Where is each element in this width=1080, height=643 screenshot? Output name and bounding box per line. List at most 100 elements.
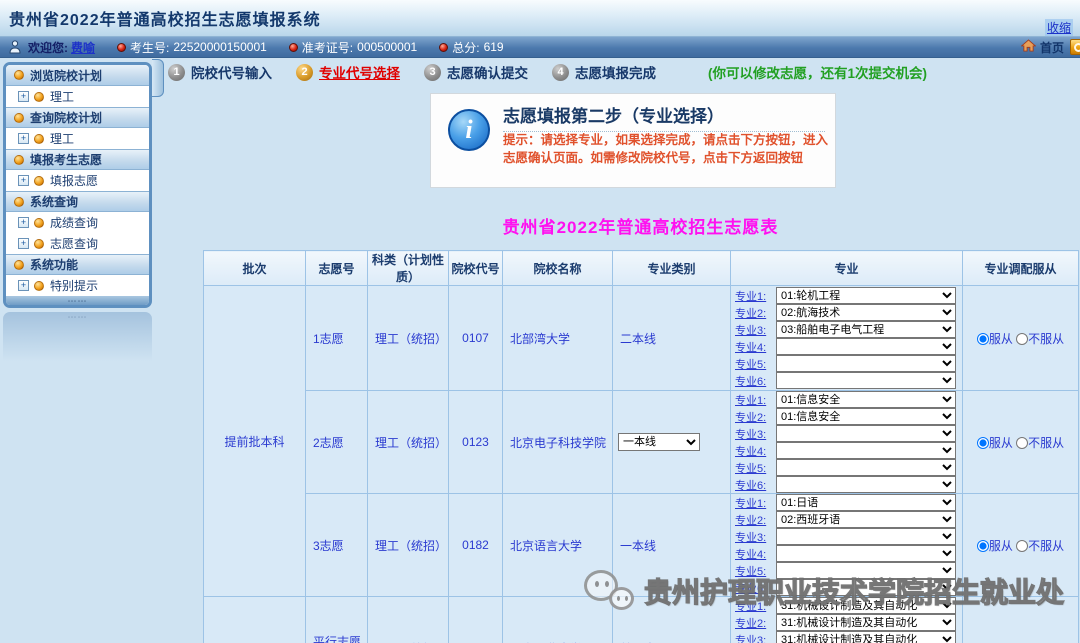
refuse-label[interactable]: 不服从 bbox=[1028, 539, 1064, 553]
expand-icon[interactable]: + bbox=[18, 217, 29, 228]
sidebar-section-fill-volunteer[interactable]: 填报考生志愿 bbox=[6, 149, 149, 170]
major-3-select[interactable] bbox=[776, 425, 956, 442]
sidebar-section-system-function[interactable]: 系统功能 bbox=[6, 254, 149, 275]
step-2-major-code[interactable]: 2 专业代号选择 bbox=[296, 62, 400, 82]
obey-label[interactable]: 服从 bbox=[989, 539, 1013, 553]
key-icon[interactable] bbox=[1070, 39, 1080, 55]
major-3-label[interactable]: 专业3: bbox=[735, 426, 776, 442]
expand-icon[interactable]: + bbox=[18, 280, 29, 291]
refuse-label[interactable]: 不服从 bbox=[1028, 332, 1064, 346]
info-icon: i bbox=[448, 109, 490, 151]
expand-icon[interactable]: + bbox=[18, 238, 29, 249]
major-3-select[interactable]: 03:船舶电子电气工程 bbox=[776, 321, 956, 338]
major-3-label[interactable]: 专业3: bbox=[735, 632, 776, 643]
sidebar-reflection: ⋯⋯ bbox=[3, 312, 152, 370]
exam-ticket-value: 000500001 bbox=[357, 40, 417, 54]
obey-radio[interactable] bbox=[977, 333, 989, 345]
major-5-label[interactable]: 专业5: bbox=[735, 356, 776, 372]
sidebar-item-ligong-browse[interactable]: + 理工 bbox=[6, 86, 149, 107]
volunteer-table: 批次 志愿号 科类（计划性质） 院校代号 院校名称 专业类别 专业 专业调配服从… bbox=[203, 250, 1078, 643]
sidebar-item-fill-volunteer[interactable]: + 填报志愿 bbox=[6, 170, 149, 191]
sidebar-item-special-tips[interactable]: + 特别提示 bbox=[6, 275, 149, 296]
major-4-select[interactable] bbox=[776, 545, 956, 562]
major-5-label[interactable]: 专业5: bbox=[735, 460, 776, 476]
major-2-label[interactable]: 专业2: bbox=[735, 305, 776, 321]
sidebar-resize-handle[interactable]: ⋯⋯ bbox=[6, 296, 149, 305]
major-2-select[interactable]: 02:西班牙语 bbox=[776, 511, 956, 528]
major-1-select[interactable]: 01:轮机工程 bbox=[776, 287, 956, 304]
obey-radio[interactable] bbox=[977, 540, 989, 552]
obey-radio[interactable] bbox=[977, 437, 989, 449]
expand-icon[interactable]: + bbox=[18, 91, 29, 102]
major-6-label[interactable]: 专业6: bbox=[735, 373, 776, 389]
major-6-select[interactable] bbox=[776, 372, 956, 389]
major-3-select[interactable]: 31:机械设计制造及其自动化 bbox=[776, 631, 956, 643]
refuse-radio[interactable] bbox=[1016, 437, 1028, 449]
home-link[interactable]: 首页 bbox=[1040, 39, 1064, 56]
major-1-select[interactable]: 01:信息安全 bbox=[776, 391, 956, 408]
header-college-name: 院校名称 bbox=[503, 251, 613, 286]
refuse-radio[interactable] bbox=[1016, 540, 1028, 552]
major-1-label[interactable]: 专业1: bbox=[735, 392, 776, 408]
sidebar-section-label: 系统功能 bbox=[30, 256, 78, 273]
header-subject-type: 科类（计划性质） bbox=[368, 251, 449, 286]
major-2-select[interactable]: 01:信息安全 bbox=[776, 408, 956, 425]
majors-cell: 专业1:01:日语 专业2:02:西班牙语 专业3: 专业4: 专业5: 专业6… bbox=[731, 494, 963, 597]
major-1-label[interactable]: 专业1: bbox=[735, 495, 776, 511]
sidebar-section-label: 查询院校计划 bbox=[30, 109, 102, 126]
major-6-label[interactable]: 专业6: bbox=[735, 477, 776, 493]
major-6-select[interactable] bbox=[776, 579, 956, 596]
step-3-confirm-submit[interactable]: 3 志愿确认提交 bbox=[424, 62, 528, 82]
step-3-circle: 3 bbox=[424, 64, 441, 81]
step-1-college-code[interactable]: 1 院校代号输入 bbox=[168, 62, 272, 82]
major-4-select[interactable] bbox=[776, 442, 956, 459]
major-2-label[interactable]: 专业2: bbox=[735, 409, 776, 425]
major-1-label[interactable]: 专业1: bbox=[735, 598, 776, 614]
obey-label[interactable]: 服从 bbox=[989, 436, 1013, 450]
major-1-select[interactable]: 31:机械设计制造及其自动化 bbox=[776, 597, 956, 614]
table-row: 平行志愿1 理工（统招） 0108 北方工业大学 普通类 专业1:31:机械设计… bbox=[204, 597, 1079, 643]
major-4-label[interactable]: 专业4: bbox=[735, 443, 776, 459]
major-3-label[interactable]: 专业3: bbox=[735, 322, 776, 338]
sidebar-item-score-query[interactable]: + 成绩查询 bbox=[6, 212, 149, 233]
bullet-icon bbox=[34, 92, 44, 102]
major-2-label[interactable]: 专业2: bbox=[735, 615, 776, 631]
refuse-label[interactable]: 不服从 bbox=[1028, 436, 1064, 450]
table-row: 3志愿 理工（统招） 0182 北京语言大学 一本线 专业1:01:日语 专业2… bbox=[204, 494, 1079, 597]
step-4-complete[interactable]: 4 志愿填报完成 bbox=[552, 62, 656, 82]
expand-icon[interactable]: + bbox=[18, 175, 29, 186]
volunteer-no-cell: 2志愿 bbox=[306, 391, 368, 494]
major-3-select[interactable] bbox=[776, 528, 956, 545]
major-4-label[interactable]: 专业4: bbox=[735, 546, 776, 562]
obey-label[interactable]: 服从 bbox=[989, 332, 1013, 346]
step-navigation: 1 院校代号输入 2 专业代号选择 3 志愿确认提交 4 志愿填报完成 (你可以… bbox=[168, 62, 927, 82]
major-4-select[interactable] bbox=[776, 338, 956, 355]
major-category-select[interactable]: 一本线 bbox=[618, 433, 700, 451]
major-5-label[interactable]: 专业5: bbox=[735, 563, 776, 579]
sidebar-section-system-query[interactable]: 系统查询 bbox=[6, 191, 149, 212]
username-link[interactable]: 费喻 bbox=[71, 39, 95, 56]
sidebar-section-query-plan[interactable]: 查询院校计划 bbox=[6, 107, 149, 128]
major-4-label[interactable]: 专业4: bbox=[735, 339, 776, 355]
sidebar-collapse-tab[interactable] bbox=[152, 59, 164, 97]
sidebar-section-browse-plan[interactable]: 浏览院校计划 bbox=[6, 65, 149, 86]
major-2-select[interactable]: 02:航海技术 bbox=[776, 304, 956, 321]
major-2-label[interactable]: 专业2: bbox=[735, 512, 776, 528]
sidebar-collapse-link[interactable]: 收缩 bbox=[1045, 19, 1073, 36]
major-6-select[interactable] bbox=[776, 476, 956, 493]
major-2-select[interactable]: 31:机械设计制造及其自动化 bbox=[776, 614, 956, 631]
major-3-label[interactable]: 专业3: bbox=[735, 529, 776, 545]
major-1-label[interactable]: 专业1: bbox=[735, 288, 776, 304]
major-5-select[interactable] bbox=[776, 562, 956, 579]
sidebar-item-label: 成绩查询 bbox=[50, 214, 98, 231]
refuse-radio[interactable] bbox=[1016, 333, 1028, 345]
red-dot-icon bbox=[117, 43, 126, 52]
major-6-label[interactable]: 专业6: bbox=[735, 580, 776, 596]
major-5-select[interactable] bbox=[776, 459, 956, 476]
sidebar-item-volunteer-query[interactable]: + 志愿查询 bbox=[6, 233, 149, 254]
sidebar-item-ligong-query[interactable]: + 理工 bbox=[6, 128, 149, 149]
major-5-select[interactable] bbox=[776, 355, 956, 372]
volunteer-no-cell: 1志愿 bbox=[306, 286, 368, 391]
expand-icon[interactable]: + bbox=[18, 133, 29, 144]
major-1-select[interactable]: 01:日语 bbox=[776, 494, 956, 511]
